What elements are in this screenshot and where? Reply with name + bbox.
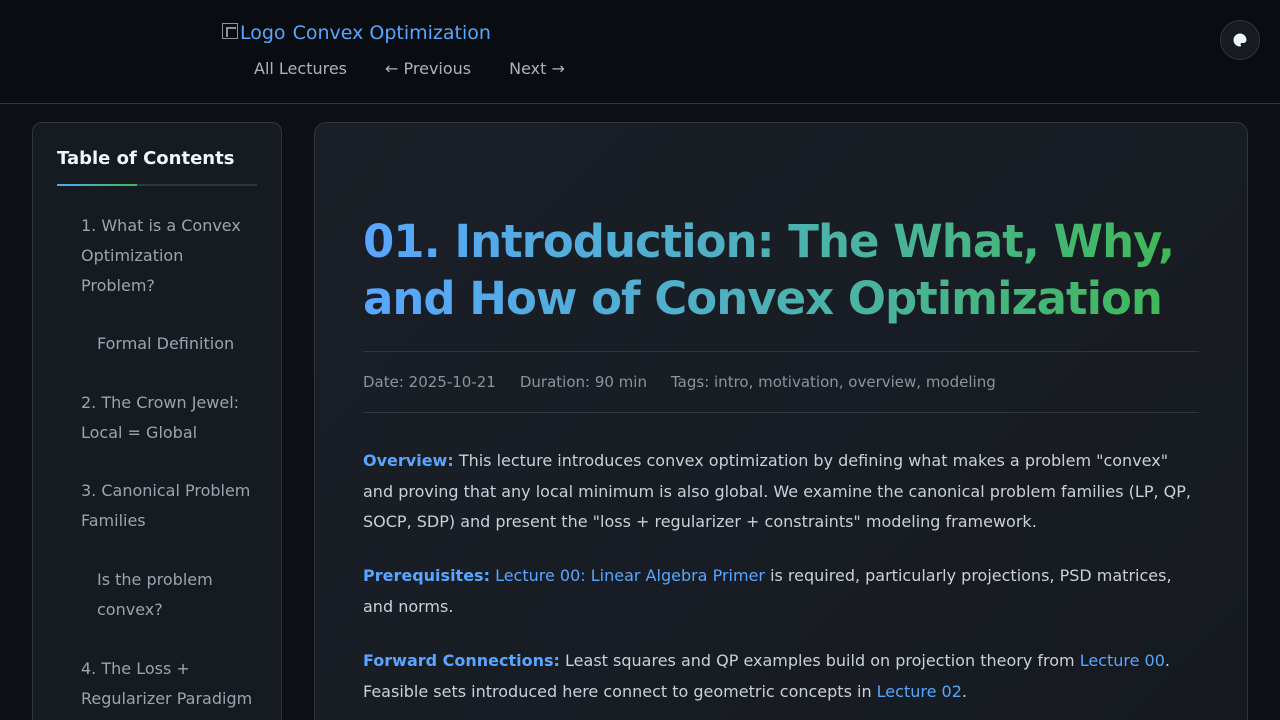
site-title: Convex Optimization [292,22,491,44]
table-of-contents: Table of Contents 1. What is a Convex Op… [32,122,282,720]
toc-item-is-convex[interactable]: Is the problem convex? [97,565,247,625]
logo-alt-text: Logo [240,22,286,44]
lecture-content: 01. Introduction: The What, Why, and How… [314,122,1248,720]
toc-item-formal-definition[interactable]: Formal Definition [97,329,267,359]
prerequisite-link-lecture-00[interactable]: Lecture 00: Linear Algebra Primer [495,566,765,585]
prerequisites-label: Prerequisites: [363,566,490,585]
overview-paragraph: Overview: This lecture introduces convex… [363,446,1199,538]
toc-item-problem-families[interactable]: 3. Canonical Problem Families [81,476,261,536]
theme-toggle-button[interactable] [1220,20,1260,60]
palette-icon [1233,33,1247,47]
toc-divider [57,184,257,186]
toc-item-loss-regularizer[interactable]: 4. The Loss + Regularizer Paradigm [81,654,271,714]
site-header: Logo Convex Optimization All Lectures ← … [0,0,1280,104]
previous-link[interactable]: ← Previous [385,59,471,78]
forward-text-1: Least squares and QP examples build on p… [565,651,1075,670]
toc-item-what-is-convex[interactable]: 1. What is a Convex Optimization Problem… [81,211,261,301]
forward-connections-label: Forward Connections: [363,651,560,670]
forward-text-3: . [961,681,967,701]
toc-title: Table of Contents [57,148,235,169]
forward-connections-paragraph: Forward Connections: Least squares and Q… [363,646,1199,707]
overview-label: Overview: [363,451,454,470]
lecture-tags: Tags: intro, motivation, overview, model… [670,373,996,391]
site-logo-link[interactable]: Logo Convex Optimization [222,22,491,44]
forward-link-lecture-00[interactable]: Lecture 00 [1080,651,1165,670]
toc-item-local-global[interactable]: 2. The Crown Jewel: Local = Global [81,388,261,448]
lecture-duration: Duration: 90 min [519,373,647,391]
lecture-title: 01. Introduction: The What, Why, and How… [363,213,1203,327]
all-lectures-link[interactable]: All Lectures [254,59,347,78]
overview-text: This lecture introduces convex optimizat… [363,451,1191,531]
lecture-meta: Date: 2025-10-21 Duration: 90 min Tags: … [363,351,1199,413]
lecture-nav: All Lectures ← Previous Next → [254,59,565,78]
lecture-date: Date: 2025-10-21 [363,373,496,391]
next-link[interactable]: Next → [509,59,565,78]
broken-image-icon [222,23,238,39]
prerequisites-paragraph: Prerequisites: Lecture 00: Linear Algebr… [363,561,1199,622]
forward-link-lecture-02[interactable]: Lecture 02 [877,682,962,701]
